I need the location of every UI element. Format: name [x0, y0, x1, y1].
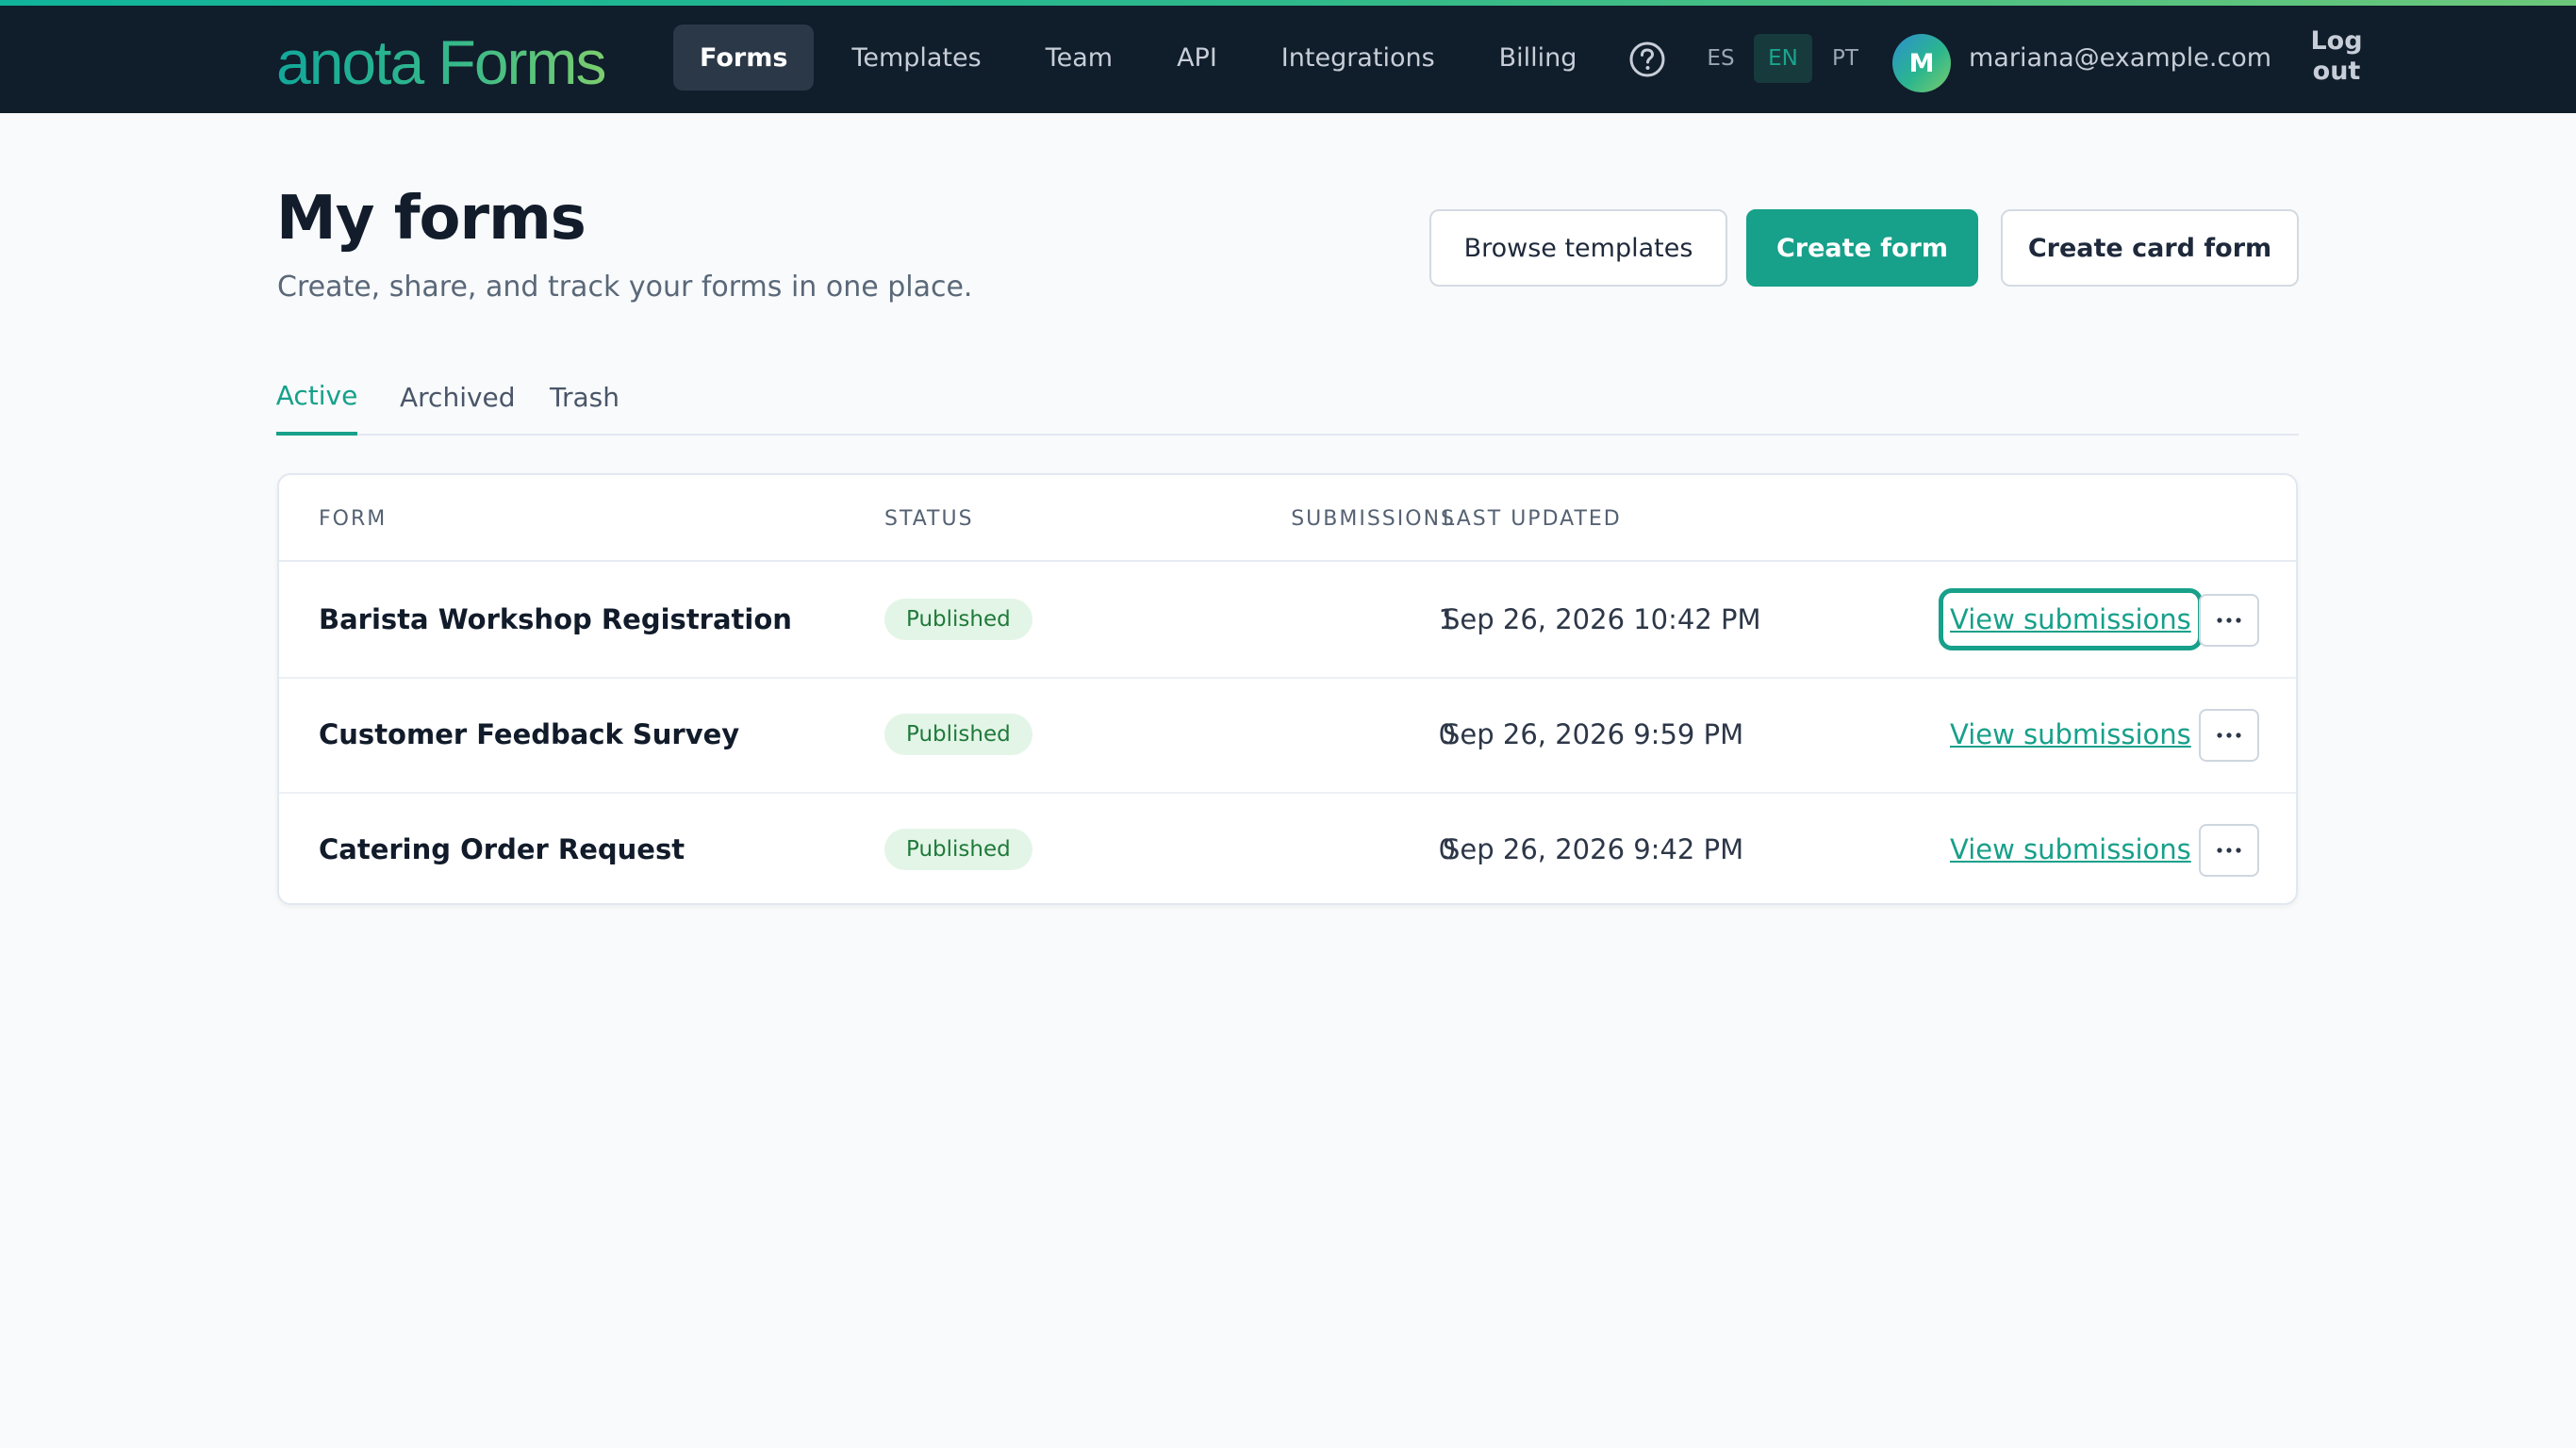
tab-archived[interactable]: Archived — [400, 358, 516, 436]
lang-es[interactable]: ES — [1693, 34, 1748, 83]
avatar[interactable]: M — [1892, 34, 1951, 92]
ellipsis-icon — [2217, 847, 2241, 853]
table-row: Catering Order Request Published 0 Sep 2… — [279, 792, 2296, 907]
forms-tabs: Active Archived Trash — [276, 358, 2299, 436]
last-updated: Sep 26, 2026 10:42 PM — [1443, 603, 1761, 635]
table-row: Customer Feedback Survey Published 0 Sep… — [279, 677, 2296, 792]
language-switcher: ES EN PT — [1693, 34, 1873, 83]
browse-templates-button[interactable]: Browse templates — [1429, 209, 1727, 287]
view-submissions-link[interactable]: View submissions — [1950, 677, 2191, 792]
page-title: My forms — [276, 184, 586, 254]
tab-trash[interactable]: Trash — [550, 358, 619, 436]
top-navbar: anota Forms Forms Templates Team API Int… — [0, 6, 2576, 113]
forms-table: FORM STATUS SUBMISSIONS LAST UPDATED Bar… — [277, 473, 2298, 905]
ellipsis-icon — [2217, 617, 2241, 623]
question-circle-icon[interactable] — [1628, 41, 1666, 78]
create-form-button[interactable]: Create form — [1746, 209, 1978, 287]
view-submissions-link[interactable]: View submissions — [1950, 792, 2191, 907]
submission-count: 0 — [1438, 718, 1456, 750]
nav-item-team[interactable]: Team — [1019, 25, 1139, 90]
form-name[interactable]: Barista Workshop Registration — [319, 562, 792, 677]
logout-button[interactable]: Log out — [2291, 26, 2382, 87]
user-email[interactable]: mariana@example.com — [1969, 43, 2271, 73]
nav-item-forms[interactable]: Forms — [673, 25, 815, 90]
submission-count: 1 — [1438, 603, 1456, 635]
nav-item-billing[interactable]: Billing — [1473, 25, 1604, 90]
lang-en[interactable]: EN — [1754, 34, 1812, 83]
status-badge: Published — [884, 599, 1032, 640]
main-nav: Forms Templates Team API Integrations Bi… — [673, 25, 1614, 90]
view-submissions-link[interactable]: View submissions — [1939, 562, 2203, 677]
form-name[interactable]: Catering Order Request — [319, 792, 685, 907]
page-subtitle: Create, share, and track your forms in o… — [277, 271, 973, 304]
nav-item-integrations[interactable]: Integrations — [1255, 25, 1461, 90]
more-actions-button[interactable] — [2199, 709, 2259, 762]
column-header-last-updated: LAST UPDATED — [1443, 507, 1622, 531]
submission-count: 0 — [1438, 833, 1456, 865]
tab-active[interactable]: Active — [276, 358, 357, 436]
last-updated: Sep 26, 2026 9:59 PM — [1443, 718, 1744, 750]
nav-item-templates[interactable]: Templates — [825, 25, 1007, 90]
more-actions-button[interactable] — [2199, 824, 2259, 877]
more-actions-button[interactable] — [2199, 594, 2259, 647]
nav-item-api[interactable]: API — [1150, 25, 1244, 90]
create-card-form-button[interactable]: Create card form — [2001, 209, 2299, 287]
status-badge: Published — [884, 714, 1032, 755]
column-header-submissions: SUBMISSIONS — [1291, 507, 1456, 531]
lang-pt[interactable]: PT — [1818, 34, 1873, 83]
status-badge: Published — [884, 829, 1032, 870]
last-updated: Sep 26, 2026 9:42 PM — [1443, 833, 1744, 865]
form-name[interactable]: Customer Feedback Survey — [319, 677, 739, 792]
table-row: Barista Workshop Registration Published … — [279, 562, 2296, 677]
column-header-form: FORM — [319, 507, 388, 531]
logo[interactable]: anota Forms — [276, 25, 606, 100]
ellipsis-icon — [2217, 732, 2241, 738]
column-header-status: STATUS — [884, 507, 974, 531]
